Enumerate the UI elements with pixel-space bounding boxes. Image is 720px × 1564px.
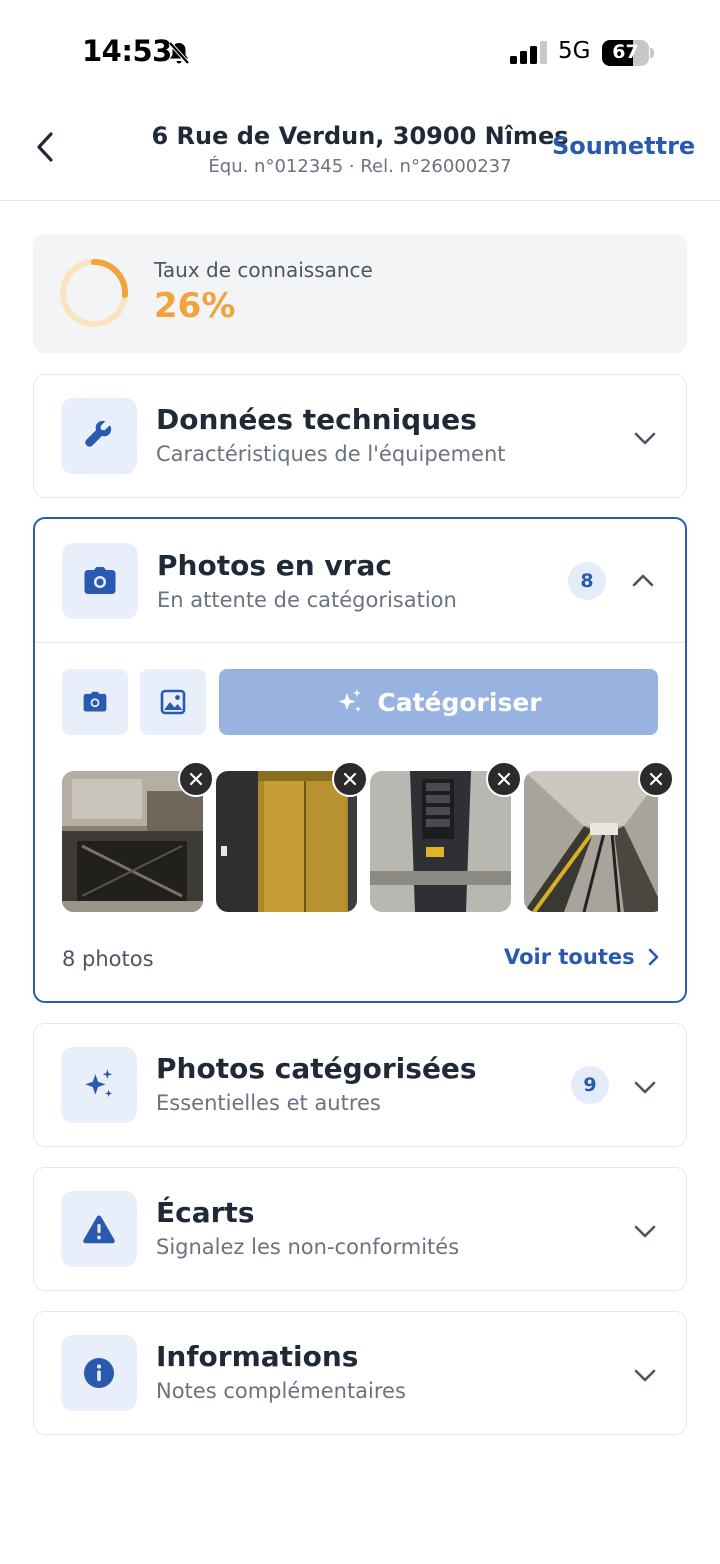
chevron-down-icon [634, 432, 656, 445]
close-icon [649, 772, 663, 786]
remove-photo-button[interactable] [638, 761, 674, 797]
photo-thumbnail[interactable] [62, 771, 203, 912]
section-title: Écarts [156, 1196, 255, 1229]
image-icon [160, 689, 186, 715]
chevron-down-icon [634, 1369, 656, 1382]
section-title: Informations [156, 1340, 359, 1373]
header: 6 Rue de Verdun, 30900 Nîmes Équ. n°0123… [0, 100, 720, 201]
section-title: Photos catégorisées [156, 1052, 477, 1085]
wrench-icon [85, 420, 112, 447]
remove-photo-button[interactable] [332, 761, 368, 797]
knowledge-progress-ring [60, 259, 128, 327]
warning-icon [83, 1215, 115, 1244]
section-loose-photos: Photos en vrac En attente de catégorisat… [33, 517, 687, 1003]
section-subtitle: Caractéristiques de l'équipement [156, 442, 506, 466]
knowledge-label: Taux de connaissance [154, 258, 373, 282]
back-button[interactable] [28, 130, 62, 164]
status-time: 14:53 [82, 34, 172, 68]
signal-icon [510, 41, 547, 64]
information-icon-tile [61, 1335, 137, 1411]
deviations-icon-tile [61, 1191, 137, 1267]
categorize-button[interactable]: Catégoriser [219, 669, 658, 735]
sparkles-icon [85, 1069, 113, 1097]
gallery-button[interactable] [140, 669, 206, 735]
close-icon [343, 772, 357, 786]
section-subtitle: Notes complémentaires [156, 1379, 406, 1403]
section-title: Données techniques [156, 403, 477, 436]
technical-icon-tile [61, 398, 137, 474]
camera-icon [84, 567, 116, 594]
close-icon [189, 772, 203, 786]
divider [35, 642, 685, 643]
count-badge: 9 [571, 1066, 609, 1104]
see-all-link[interactable]: Voir toutes [504, 945, 659, 969]
camera-icon [83, 691, 107, 712]
bell-muted-icon [168, 41, 190, 65]
categorized-icon-tile [61, 1047, 137, 1123]
chevron-up-icon[interactable] [630, 568, 656, 594]
submit-button[interactable]: Soumettre [552, 132, 695, 160]
battery-indicator: 67 [602, 40, 654, 66]
page-subtitle: Équ. n°012345 · Rel. n°26000237 [208, 156, 512, 177]
chevron-down-icon [634, 1081, 656, 1094]
knowledge-value: 26% [154, 286, 236, 326]
close-icon [497, 772, 511, 786]
knowledge-rate-card: Taux de connaissance 26% [33, 234, 687, 353]
section-categorized-photos[interactable]: Photos catégorisées Essentielles et autr… [33, 1023, 687, 1147]
chevron-right-icon [648, 948, 658, 966]
battery-level: 67 [612, 41, 639, 63]
section-title: Photos en vrac [157, 549, 392, 582]
remove-photo-button[interactable] [178, 761, 214, 797]
chevron-left-icon [37, 132, 53, 162]
photo-thumbnail[interactable] [370, 771, 511, 912]
categorize-label: Catégoriser [377, 687, 542, 717]
sparkles-icon [338, 689, 362, 712]
section-deviations[interactable]: Écarts Signalez les non-conformités [33, 1167, 687, 1291]
section-technical-data[interactable]: Données techniques Caractéristiques de l… [33, 374, 687, 498]
status-bar: 14:53 5G 67 [0, 0, 720, 100]
network-label: 5G [558, 38, 591, 64]
section-subtitle: En attente de catégorisation [157, 588, 457, 612]
photo-count: 8 photos [62, 947, 154, 971]
info-icon [84, 1358, 114, 1388]
chevron-down-icon [634, 1225, 656, 1238]
take-photo-button[interactable] [62, 669, 128, 735]
loose-photos-icon-tile [62, 543, 138, 619]
section-subtitle: Essentielles et autres [156, 1091, 381, 1115]
see-all-label: Voir toutes [504, 945, 635, 969]
remove-photo-button[interactable] [486, 761, 522, 797]
photo-thumbnail[interactable] [524, 771, 658, 912]
photo-thumbnail[interactable] [216, 771, 357, 912]
count-badge: 8 [568, 562, 606, 600]
section-information[interactable]: Informations Notes complémentaires [33, 1311, 687, 1435]
page-title: 6 Rue de Verdun, 30900 Nîmes [151, 122, 569, 150]
section-subtitle: Signalez les non-conformités [156, 1235, 460, 1259]
